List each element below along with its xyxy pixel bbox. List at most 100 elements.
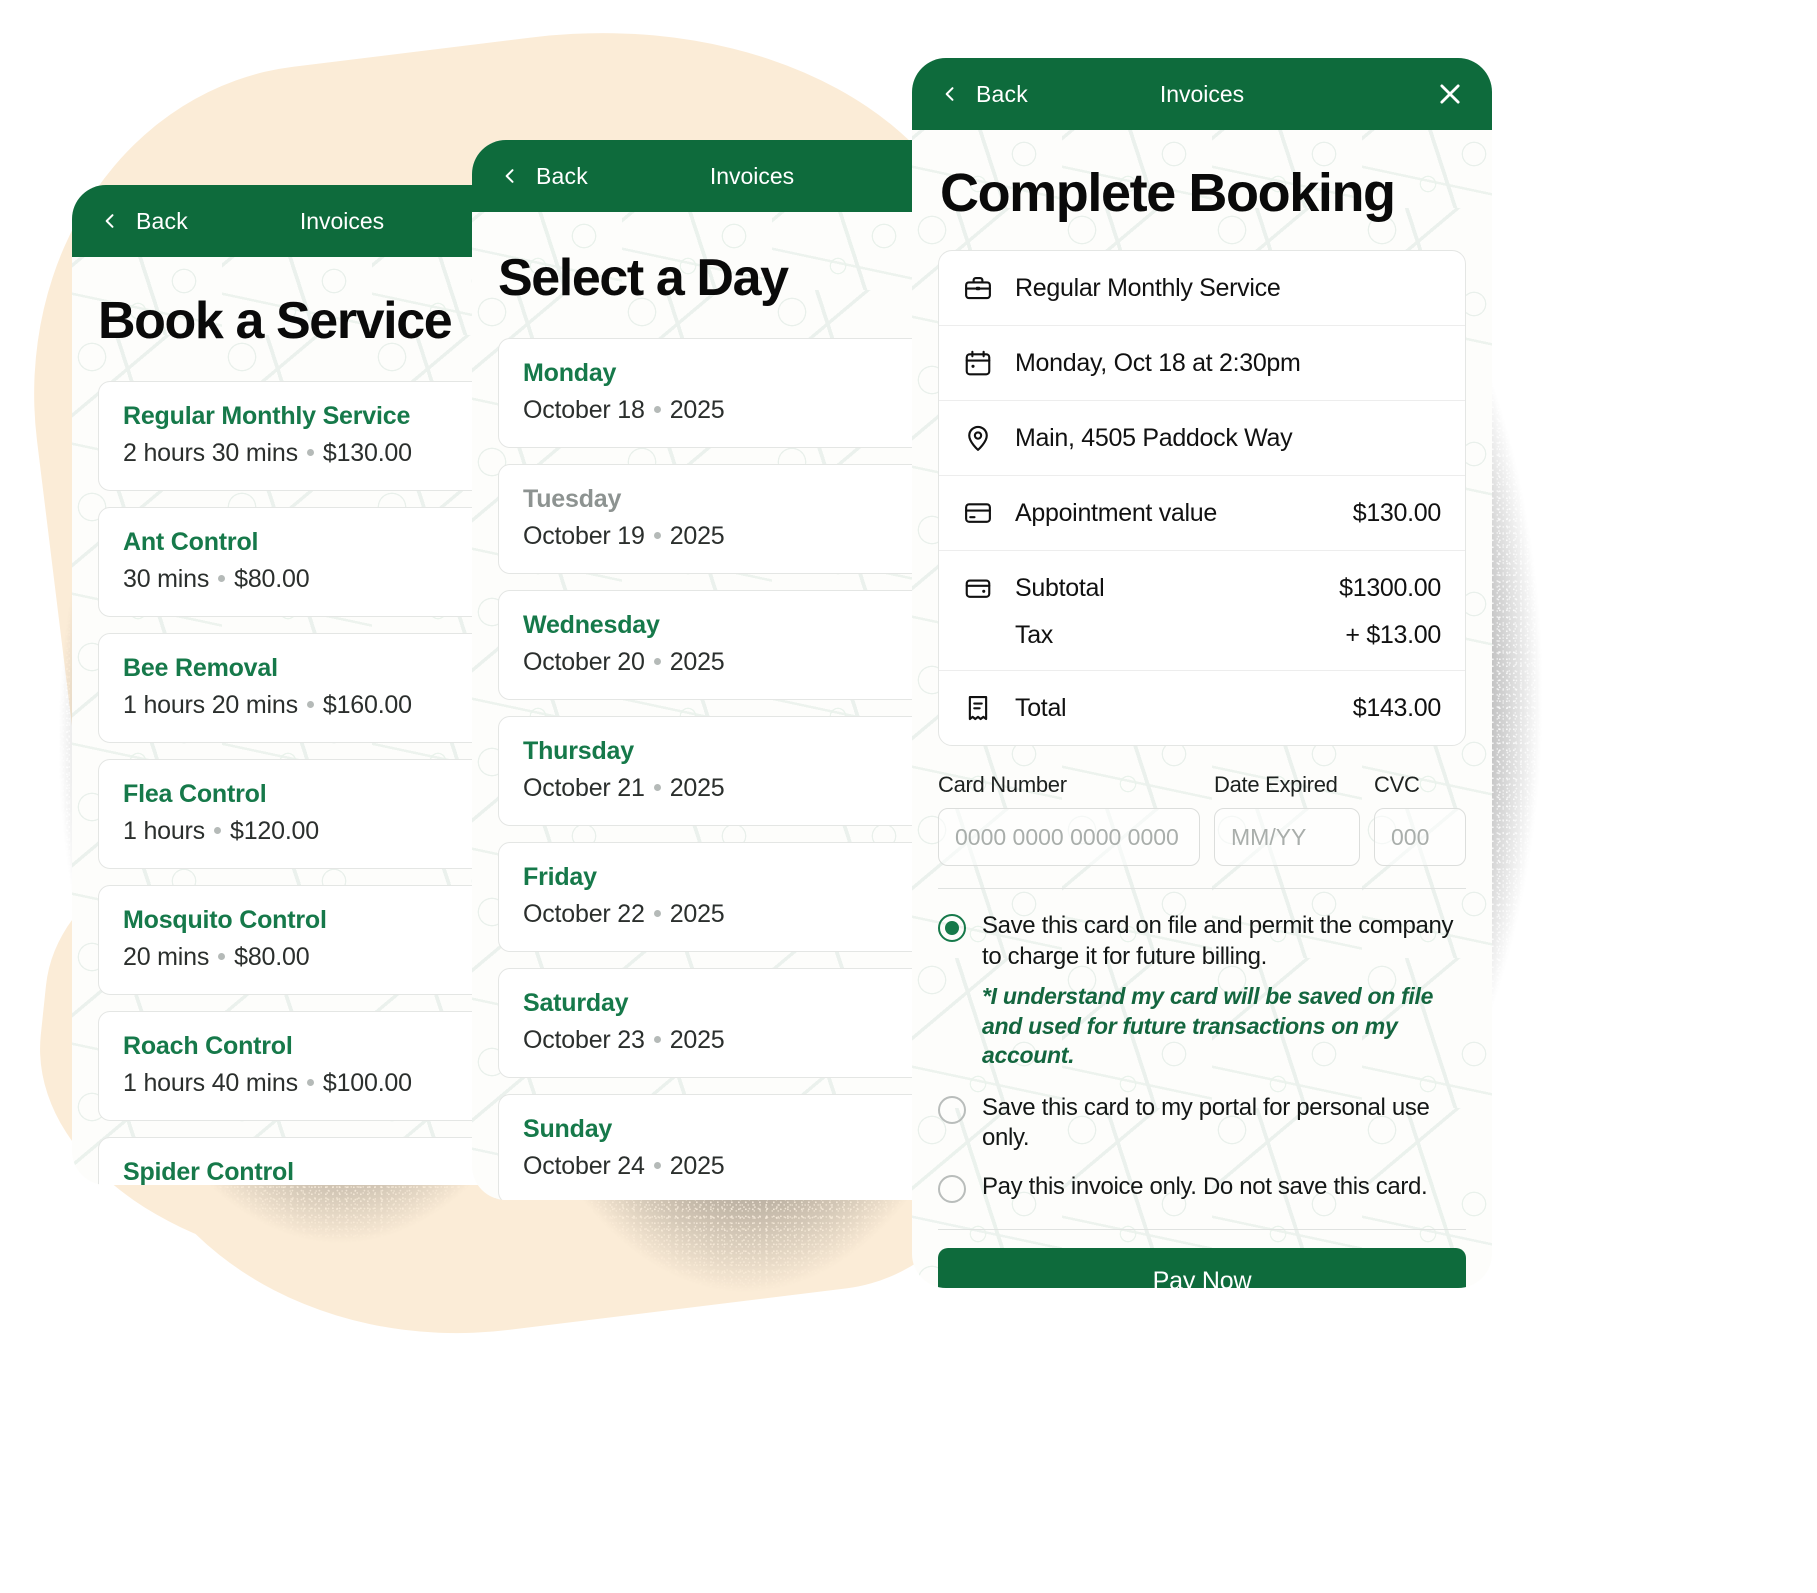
date-expired-field-group: Date Expired [1214,772,1360,866]
date-expired-label: Date Expired [1214,772,1338,797]
back-button-label[interactable]: Back [136,208,188,235]
calendar-icon [965,350,991,376]
close-icon[interactable] [1436,80,1464,108]
summary-row-appointment-value: Appointment value $130.00 [939,476,1465,551]
cvc-label: CVC [1374,772,1420,797]
separator-dot [218,952,226,960]
complete-booking-body: Complete Booking Regular Monthly Service… [912,162,1492,1231]
day-year: 2025 [669,774,725,802]
date-expired-input[interactable] [1214,808,1360,866]
service-duration: 1 hours 20 mins [123,691,298,719]
day-date: October 24 [523,1152,645,1180]
complete-booking-topbar: Back Invoices [912,58,1492,130]
summary-location-label: Main, 4505 Paddock Way [1015,423,1293,452]
summary-datetime-label: Monday, Oct 18 at 2:30pm [1015,348,1301,377]
separator-dot [653,1035,661,1043]
option-label: Pay this invoice only. Do not save this … [982,1173,1428,1201]
service-price: $100.00 [322,1069,412,1097]
options-divider [938,1229,1466,1231]
summary-tax-value: + $13.00 [1345,621,1441,649]
chevron-left-icon[interactable] [940,84,960,104]
summary-row-service: Regular Monthly Service [939,251,1465,326]
pay-button-wrap: Pay Now [912,1248,1492,1288]
chevron-left-icon[interactable] [500,166,520,186]
summary-total-label: Total [1015,693,1067,722]
day-date: October 20 [523,648,645,676]
separator-dot [306,448,314,456]
consent-note: *I understand my card will be saved on f… [982,983,1434,1069]
map-pin-icon [968,425,988,451]
day-year: 2025 [669,1026,725,1054]
summary-service-label: Regular Monthly Service [1015,273,1281,302]
complete-booking-screen: Back Invoices Complete Booking Regular M… [912,58,1492,1288]
day-date: October 19 [523,522,645,550]
service-duration: 30 mins [123,565,210,593]
pay-now-button[interactable]: Pay Now [938,1248,1466,1288]
service-price: $130.00 [322,439,412,467]
separator-dot [653,531,661,539]
summary-total-value: $143.00 [1352,693,1442,722]
service-duration: 20 mins [123,943,210,971]
credit-card-icon [965,503,991,523]
summary-subtotal-line: Subtotal $1300.00 [963,573,1441,603]
receipt-icon [968,695,988,721]
radio-pay-only[interactable] [938,1175,966,1204]
payment-fields: Card Number Date Expired CVC [938,772,1466,866]
payment-option-pay-only[interactable]: Pay this invoice only. Do not save this … [938,1172,1466,1204]
booking-summary: Regular Monthly Service Monday, Oct 18 a… [938,250,1466,746]
payment-option-save-to-portal[interactable]: Save this card to my portal for personal… [938,1093,1466,1154]
day-year: 2025 [669,1152,725,1180]
scene: Back Invoices Book a Service Regular Mon… [0,0,1817,1593]
summary-tax-line: Tax + $13.00 [963,621,1441,650]
separator-dot [653,783,661,791]
service-price: $160.00 [322,691,412,719]
separator-dot [653,405,661,413]
summary-subtotal-value: $1300.00 [1339,573,1441,602]
wallet-icon [965,579,991,598]
option-label: Save this card to my portal for personal… [982,1093,1430,1152]
day-year: 2025 [669,396,725,424]
separator-dot [653,657,661,665]
briefcase-icon [965,276,991,300]
separator-dot [306,1078,314,1086]
day-year: 2025 [669,522,725,550]
summary-appointment-label: Appointment value [1015,498,1217,527]
page-title: Complete Booking [940,163,1396,223]
payment-option-save-on-file[interactable]: Save this card on file and permit the co… [938,911,1466,972]
back-button-label[interactable]: Back [536,163,588,190]
service-duration: 1 hours [123,817,205,845]
back-button-label[interactable]: Back [976,81,1028,108]
separator-dot [218,574,226,582]
separator-dot [653,909,661,917]
radio-save-on-file[interactable] [938,914,966,942]
separator-dot [306,700,314,708]
summary-row-total: Total $143.00 [939,671,1465,745]
radio-save-to-portal[interactable] [938,1095,966,1124]
service-duration: 2 hours 30 mins [123,439,298,467]
service-duration: 1 hours 40 mins [123,1069,298,1097]
summary-row-subtotal-tax: Subtotal $1300.00 Tax + $13.00 [939,551,1465,671]
summary-subtotal-label: Subtotal [1015,573,1105,602]
cvc-field-group: CVC [1374,772,1466,866]
card-number-label: Card Number [938,772,1067,797]
card-number-field-group: Card Number [938,772,1200,866]
summary-tax-label: Tax [1015,621,1054,649]
day-year: 2025 [669,900,725,928]
separator-dot [653,1161,661,1169]
service-price: $120.00 [230,817,319,845]
separator-dot [214,826,221,834]
day-date: October 22 [523,900,645,928]
summary-row-datetime: Monday, Oct 18 at 2:30pm [939,326,1465,401]
card-number-input[interactable] [938,808,1200,866]
cvc-input[interactable] [1374,808,1466,866]
fields-divider [938,888,1466,889]
day-date: October 21 [523,774,645,802]
chevron-left-icon[interactable] [100,211,120,231]
summary-row-location: Main, 4505 Paddock Way [939,401,1465,476]
summary-appointment-value: $130.00 [1352,498,1442,527]
day-date: October 23 [523,1026,645,1054]
day-date: October 18 [523,396,645,424]
day-year: 2025 [669,648,725,676]
option-label: Save this card on file and permit the co… [982,912,1454,970]
service-price: $80.00 [234,943,310,971]
